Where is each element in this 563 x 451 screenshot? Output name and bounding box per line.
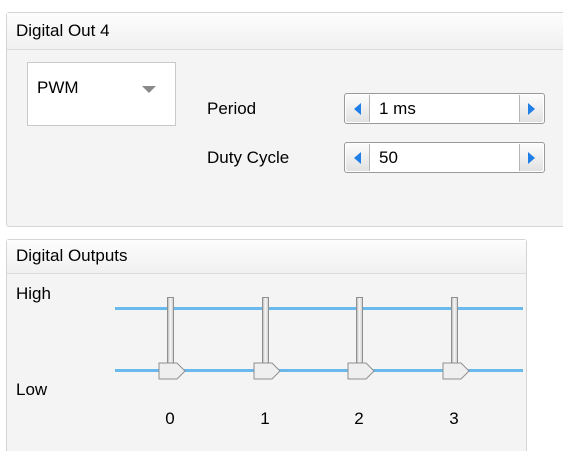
high-level-line xyxy=(115,307,523,310)
channel-1-label: 1 xyxy=(260,409,270,428)
period-label: Period xyxy=(207,99,257,118)
channel-0-label: 0 xyxy=(165,409,175,428)
channel-2-slider-track xyxy=(356,297,363,367)
period-increment-button[interactable] xyxy=(519,95,543,122)
low-label: Low xyxy=(16,380,48,399)
arrow-right-icon xyxy=(528,103,535,115)
channel-1-slider-thumb[interactable] xyxy=(253,362,281,380)
period-decrement-button[interactable] xyxy=(346,95,370,122)
mode-select[interactable]: PWM xyxy=(27,62,176,126)
duty-cycle-spinner[interactable]: 50 xyxy=(344,142,545,173)
high-label: High xyxy=(16,284,51,303)
channel-0-slider-track xyxy=(167,297,174,367)
period-spinner[interactable]: 1 ms xyxy=(344,93,545,124)
duty-cycle-label: Duty Cycle xyxy=(207,148,290,167)
panel-header: Digital Outputs xyxy=(7,240,526,274)
duty-cycle-increment-button[interactable] xyxy=(519,144,543,171)
panel-title: Digital Outputs xyxy=(16,246,128,265)
arrow-left-icon xyxy=(354,152,361,164)
mode-select-value: PWM xyxy=(37,78,79,97)
channel-3-label: 3 xyxy=(449,409,459,428)
channel-2-label: 2 xyxy=(354,409,364,428)
channel-0-slider-thumb[interactable] xyxy=(158,362,186,380)
period-value[interactable]: 1 ms xyxy=(379,99,416,119)
chevron-down-icon xyxy=(142,86,156,93)
duty-cycle-decrement-button[interactable] xyxy=(346,144,370,171)
arrow-left-icon xyxy=(354,103,361,115)
channel-3-slider-track xyxy=(451,297,458,367)
channel-1-slider-track xyxy=(262,297,269,367)
duty-cycle-value[interactable]: 50 xyxy=(379,148,398,168)
panel-title: Digital Out 4 xyxy=(16,21,110,40)
panel-header: Digital Out 4 xyxy=(7,13,563,50)
channel-2-slider-thumb[interactable] xyxy=(347,362,375,380)
channel-3-slider-thumb[interactable] xyxy=(442,362,470,380)
arrow-right-icon xyxy=(528,152,535,164)
